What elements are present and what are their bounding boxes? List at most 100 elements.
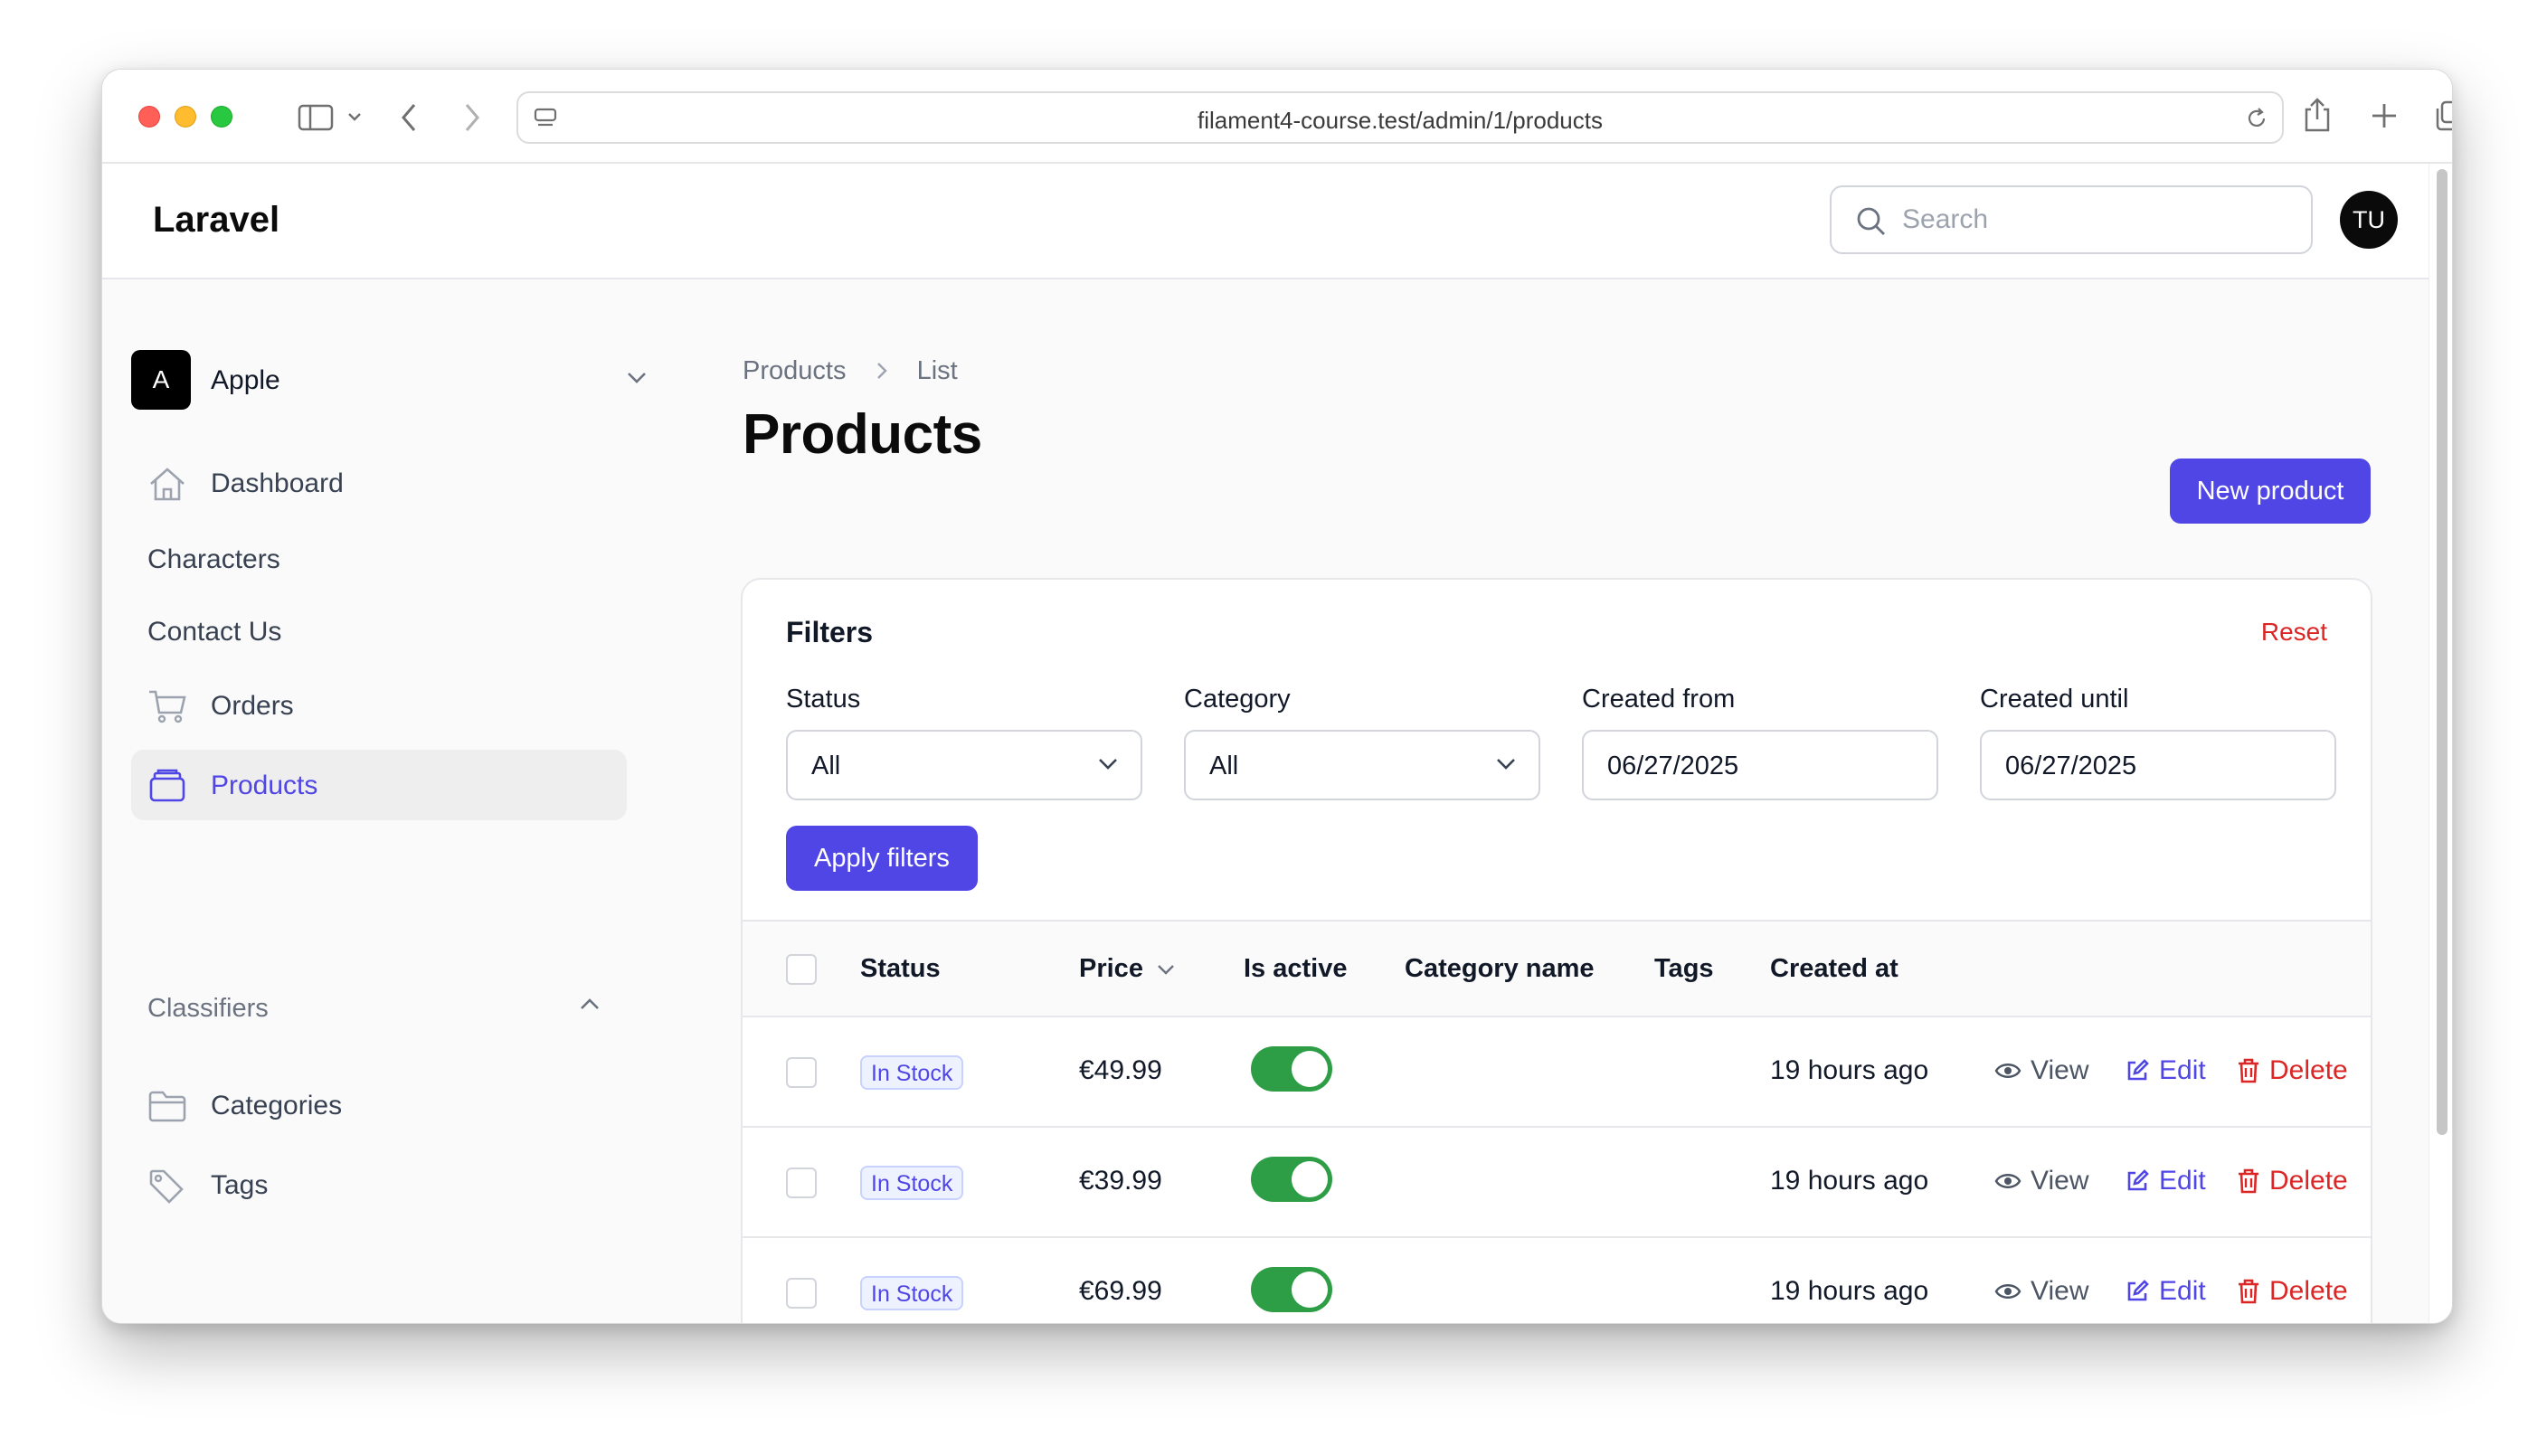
view-action[interactable]: View — [1994, 1166, 2088, 1196]
breadcrumb-link-products[interactable]: Products — [743, 356, 846, 386]
sidebar-item-orders[interactable]: Orders — [131, 670, 627, 741]
trash-icon — [2239, 1058, 2258, 1083]
tenant-name: Apple — [211, 365, 280, 395]
sidebar-item-categories[interactable]: Categories — [131, 1070, 627, 1140]
delete-action[interactable]: Delete — [2237, 1166, 2348, 1196]
breadcrumb: Products List — [743, 355, 958, 386]
edit-action[interactable]: Edit — [2125, 1276, 2206, 1307]
is-active-toggle[interactable] — [1251, 1046, 1332, 1092]
back-icon[interactable] — [399, 102, 419, 133]
scrollbar-thumb[interactable] — [2437, 169, 2448, 1135]
new-product-button[interactable]: New product — [2170, 459, 2371, 524]
category-filter-select[interactable]: All — [1184, 730, 1540, 800]
vertical-scrollbar[interactable] — [2429, 164, 2452, 1323]
edit-icon — [2127, 1169, 2149, 1191]
column-header-tags[interactable]: Tags — [1654, 954, 1714, 984]
address-bar[interactable]: filament4-course.test/admin/1/products — [516, 91, 2284, 144]
delete-action[interactable]: Delete — [2237, 1055, 2348, 1086]
tag-icon — [147, 1168, 187, 1204]
created-at-cell: 19 hours ago — [1770, 1276, 1929, 1306]
table-row[interactable]: In Stock €69.99 19 hours ago View Edit D… — [743, 1238, 2371, 1323]
eye-icon — [1994, 1064, 2022, 1078]
created-until-input[interactable]: 06/27/2025 — [1980, 730, 2336, 800]
tenant-switcher[interactable]: A Apple — [131, 350, 646, 410]
sidebar-group-label[interactable]: Classifiers — [147, 994, 269, 1024]
edit-action[interactable]: Edit — [2125, 1166, 2206, 1196]
delete-action[interactable]: Delete — [2237, 1276, 2348, 1307]
search-icon — [1855, 205, 1888, 238]
chevron-down-icon — [625, 370, 649, 386]
user-avatar[interactable]: TU — [2340, 191, 2398, 249]
price-cell: €49.99 — [1079, 1055, 1162, 1085]
created-from-input[interactable]: 06/27/2025 — [1582, 730, 1938, 800]
tenant-avatar: A — [131, 350, 191, 410]
tab-overview-icon[interactable] — [2434, 100, 2452, 131]
new-tab-icon[interactable] — [2371, 102, 2398, 129]
trash-icon — [2239, 1279, 2258, 1304]
row-checkbox[interactable] — [786, 1278, 817, 1309]
sidebar-item-products[interactable]: Products — [131, 750, 627, 820]
edit-icon — [2127, 1059, 2149, 1081]
share-icon[interactable] — [2302, 97, 2333, 133]
url-text[interactable]: filament4-course.test/admin/1/products — [518, 107, 2282, 135]
search-input[interactable] — [1902, 187, 2291, 252]
created-until-value: 06/27/2025 — [2005, 752, 2137, 780]
delete-action-label: Delete — [2269, 1276, 2348, 1306]
close-window-button[interactable] — [138, 106, 160, 128]
main-area: A Apple Dashboard Characters Contact Us … — [102, 279, 2429, 1323]
column-header-category-name[interactable]: Category name — [1405, 954, 1595, 984]
maximize-window-button[interactable] — [211, 106, 232, 128]
view-action[interactable]: View — [1994, 1055, 2088, 1086]
brand-name[interactable]: Laravel — [153, 200, 279, 241]
sidebar-toggle-icon[interactable] — [298, 104, 334, 131]
column-header-status[interactable]: Status — [860, 954, 941, 984]
created-from-label: Created from — [1582, 685, 1736, 714]
sidebar-item-characters[interactable]: Characters — [131, 524, 627, 594]
delete-action-label: Delete — [2269, 1166, 2348, 1196]
status-filter-label: Status — [786, 685, 861, 714]
minimize-window-button[interactable] — [175, 106, 196, 128]
chevron-down-icon — [1097, 757, 1119, 771]
table-row[interactable]: In Stock €39.99 19 hours ago View Edit D… — [743, 1128, 2371, 1238]
is-active-toggle[interactable] — [1251, 1267, 1332, 1312]
column-header-created-at[interactable]: Created at — [1770, 954, 1898, 984]
delete-action-label: Delete — [2269, 1055, 2348, 1085]
sidebar-item-label: Contact Us — [147, 617, 282, 647]
row-checkbox[interactable] — [786, 1168, 817, 1198]
category-filter-value: All — [1209, 752, 1239, 780]
sidebar-item-tags[interactable]: Tags — [131, 1149, 627, 1220]
reset-filters-link[interactable]: Reset — [2261, 618, 2327, 647]
table-row[interactable]: In Stock €49.99 19 hours ago View Edit D… — [743, 1017, 2371, 1128]
sidebar-item-contact-us[interactable]: Contact Us — [131, 596, 627, 667]
apply-filters-button[interactable]: Apply filters — [786, 826, 978, 891]
view-action-label: View — [2031, 1166, 2089, 1196]
column-header-is-active[interactable]: Is active — [1244, 954, 1347, 984]
edit-icon — [2127, 1280, 2149, 1301]
status-filter-select[interactable]: All — [786, 730, 1142, 800]
view-action-label: View — [2031, 1276, 2089, 1306]
view-action-label: View — [2031, 1055, 2089, 1085]
chevron-up-icon[interactable] — [578, 996, 601, 1012]
search-box[interactable] — [1830, 185, 2313, 254]
products-table-card: Filters Reset Status All Category All Cr… — [741, 578, 2372, 1323]
reload-icon[interactable] — [2244, 106, 2269, 131]
status-badge: In Stock — [860, 1166, 964, 1200]
view-action[interactable]: View — [1994, 1276, 2088, 1307]
products-icon — [147, 768, 187, 804]
eye-icon — [1994, 1284, 2022, 1299]
select-all-checkbox[interactable] — [786, 954, 817, 985]
row-checkbox[interactable] — [786, 1057, 817, 1088]
category-filter-label: Category — [1184, 685, 1291, 714]
breadcrumb-current: List — [916, 355, 958, 385]
browser-toolbar: filament4-course.test/admin/1/products — [102, 70, 2452, 164]
column-header-price[interactable]: Price — [1079, 954, 1176, 984]
is-active-toggle[interactable] — [1251, 1157, 1332, 1202]
sort-chevron-icon[interactable] — [1156, 963, 1176, 976]
chevron-down-icon[interactable] — [346, 111, 363, 122]
forward-icon[interactable] — [462, 102, 482, 133]
created-from-value: 06/27/2025 — [1607, 752, 1739, 780]
sidebar-item-dashboard[interactable]: Dashboard — [131, 448, 627, 518]
edit-action-label: Edit — [2159, 1166, 2206, 1196]
cart-icon — [147, 688, 187, 724]
edit-action[interactable]: Edit — [2125, 1055, 2206, 1086]
